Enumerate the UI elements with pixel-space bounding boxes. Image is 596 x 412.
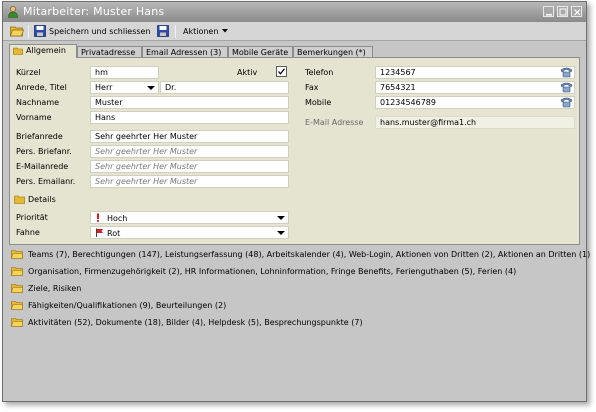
emailanrede-label: E-Mailanrede [16,162,69,171]
telefon-input[interactable]: 1234567 [375,66,575,79]
email-readonly-field: hans.muster@firma1.ch [375,116,575,129]
email-label: E-Mail Adresse [305,118,364,127]
general-panel: Kürzel hm Aktiv Anrede, Titel Herr Dr. N… [9,57,580,245]
folder-icon [11,318,23,327]
fax-label: Fax [305,83,319,92]
mobile-input[interactable]: 01234546789 [375,96,575,109]
dropdown-arrow-icon [277,231,285,235]
folder-icon [13,47,23,55]
minimize-icon [546,14,552,16]
prioritaet-value: Hoch [107,214,128,223]
folder-icon [11,301,23,310]
nachname-label: Nachname [16,98,60,107]
section-label: Organisation, Firmenzugehörigkeit (2), H… [28,267,517,276]
title-bar[interactable]: Mitarbeiter: Muster Hans [3,2,586,22]
anrede-label: Anrede, Titel [16,83,67,92]
vorname-input[interactable]: Hans [90,111,289,124]
aktiv-label: Aktiv [237,68,258,77]
briefanrede-label: Briefanrede [16,132,63,141]
open-folder-icon[interactable] [10,25,24,37]
phone-icon[interactable] [560,96,573,108]
kuerzel-input[interactable]: hm [90,66,159,79]
toolbar-separator [28,25,29,38]
save-icon [34,25,46,37]
section-label: Aktivitäten (52), Dokumente (18), Bilder… [28,318,363,327]
employee-window: Mitarbeiter: Muster Hans Speichern und s… [2,1,590,402]
toolbar: Speichern und schliessen Aktionen [3,22,586,41]
vorname-label: Vorname [16,113,52,122]
section-row[interactable]: Fähigkeiten/Qualifikationen (9), Beurtei… [11,300,226,310]
tab-label: Email Adressen (3) [146,48,222,57]
anrede-value: Herr [95,83,113,92]
folder-icon [11,267,23,276]
section-label: Ziele, Risiken [28,284,82,293]
section-row[interactable]: Teams (7), Berechtigungen (147), Leistun… [11,249,590,259]
section-label: Teams (7), Berechtigungen (147), Leistun… [28,250,591,259]
section-label: Fähigkeiten/Qualifikationen (9), Beurtei… [28,301,227,310]
section-row[interactable]: Organisation, Firmenzugehörigkeit (2), H… [11,266,516,276]
emailanrede-input[interactable]: Sehr geehrter Her Muster [90,160,289,173]
tab-label: Mobile Geräte [232,48,289,57]
phone-icon[interactable] [560,81,573,93]
section-row[interactable]: Ziele, Risiken [11,283,81,293]
minimize-button[interactable] [543,6,554,17]
phone-icon[interactable] [560,66,573,78]
kuerzel-label: Kürzel [16,68,41,77]
pers-emailanrede-input[interactable]: Sehr geehrter Her Muster [90,175,289,188]
maximize-button[interactable] [557,6,568,17]
prioritaet-label: Priorität [16,213,48,222]
folder-icon [11,250,23,259]
window-title: Mitarbeiter: Muster Hans [23,5,165,18]
fahne-value: Rot [107,229,121,238]
section-row[interactable]: Aktivitäten (52), Dokumente (18), Bilder… [11,317,363,327]
aktiv-checkbox[interactable] [276,66,287,77]
prioritaet-select[interactable]: Hoch [90,211,289,224]
details-header[interactable]: Details [14,195,56,204]
dropdown-arrow-icon [147,86,155,90]
actions-menu-button[interactable]: Aktionen [183,27,218,36]
red-flag-icon [96,228,103,237]
telefon-label: Telefon [305,68,334,77]
details-title: Details [28,195,56,204]
save-close-button[interactable]: Speichern und schliessen [49,27,151,36]
close-icon [574,9,581,16]
folder-icon [14,195,25,204]
pers-briefanrede-input[interactable]: Sehr geehrter Her Muster [90,145,289,158]
save-icon[interactable] [157,25,169,37]
mobile-label: Mobile [305,98,332,107]
user-icon [8,6,18,18]
folder-icon [11,284,23,293]
briefanrede-input[interactable]: Sehr geehrter Her Muster [90,130,289,143]
close-button[interactable] [571,6,582,17]
fax-input[interactable]: 7654321 [375,81,575,94]
dropdown-arrow-icon [277,216,285,220]
tab-strip: Allgemein Privatadresse Email Adressen (… [9,44,580,58]
tab-allgemein[interactable]: Allgemein [9,44,77,58]
fahne-select[interactable]: Rot [90,226,289,239]
maximize-icon [559,8,567,16]
toolbar-separator [175,25,176,38]
anrede-select[interactable]: Herr [90,81,159,94]
titel-input[interactable]: Dr. [160,81,289,94]
tab-label: Privatadresse [81,48,136,57]
fahne-label: Fahne [16,228,40,237]
chevron-down-icon [222,29,228,33]
pers-emailanrede-label: Pers. Emailanr. [16,177,76,186]
pers-briefanrede-label: Pers. Briefanr. [16,147,72,156]
exclamation-icon [97,213,99,222]
nachname-input[interactable]: Muster [90,96,289,109]
tab-label: Bemerkungen (*) [297,48,366,57]
tab-label: Allgemein [26,46,66,55]
checkmark-icon [278,68,285,75]
